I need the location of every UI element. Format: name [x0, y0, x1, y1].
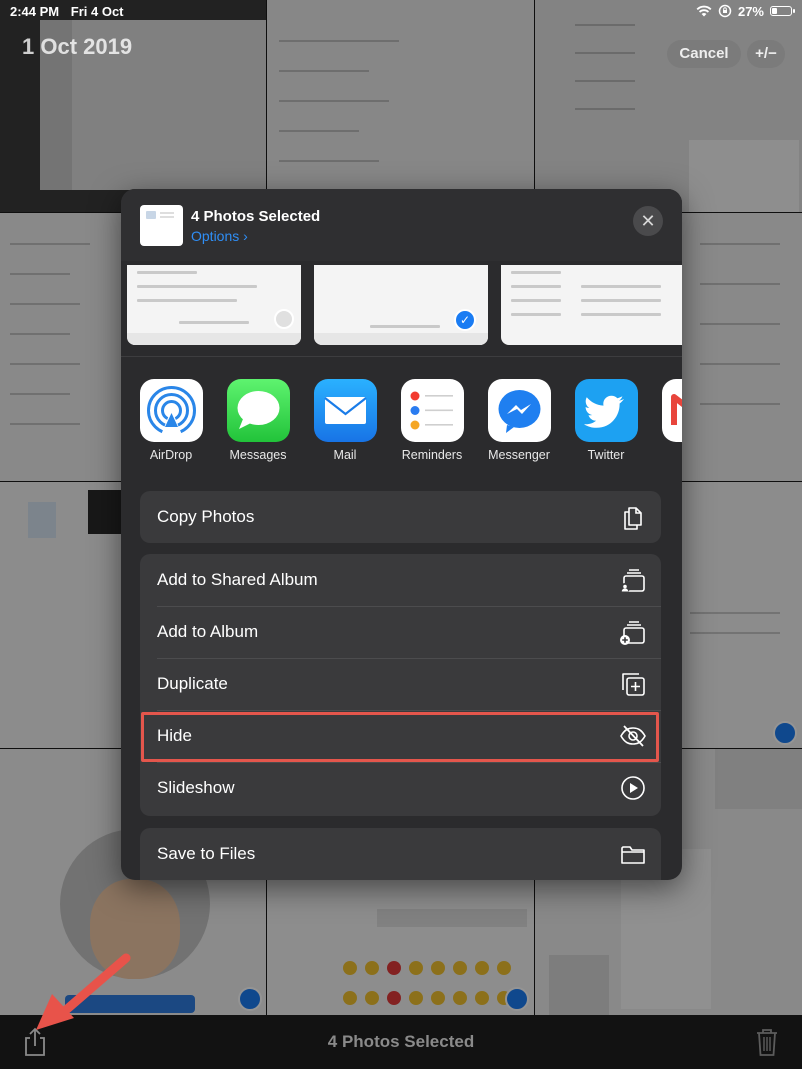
photo-preview[interactable] [501, 265, 682, 345]
status-date: Fri 4 Oct [70, 3, 124, 19]
airdrop-icon [139, 379, 203, 442]
save-to-files-action[interactable]: Save to Files [140, 828, 661, 880]
app-airdrop[interactable]: AirDrop [131, 379, 211, 462]
action-label: Add to Album [157, 622, 259, 641]
app-label: G [653, 448, 682, 462]
mail-icon [313, 379, 377, 442]
action-label: Copy Photos [157, 507, 255, 526]
app-label: Reminders [401, 448, 463, 462]
app-label: AirDrop [149, 448, 193, 462]
trash-icon[interactable] [754, 1027, 780, 1057]
selection-thumbnail [140, 205, 183, 246]
photo-preview[interactable]: ✓ [314, 265, 488, 345]
plus-minus-button[interactable]: +/− [747, 40, 785, 68]
action-label: Duplicate [157, 674, 228, 693]
action-label: Save to Files [157, 844, 256, 863]
eye-slash-icon [620, 725, 646, 747]
photo-preview-row[interactable]: ✓ [121, 265, 682, 345]
status-left: 2:44 PM Fri 4 Oct [10, 4, 132, 19]
duplicate-icon [622, 673, 645, 696]
options-link[interactable]: Options › [191, 228, 248, 244]
orientation-lock-icon [718, 4, 732, 18]
copy-icon [624, 507, 642, 530]
share-sheet: 4 Photos Selected Options › ✕ ✓ AirDrop … [121, 189, 682, 880]
app-messenger[interactable]: Messenger [479, 379, 559, 462]
share-sheet-title: 4 Photos Selected [191, 208, 321, 225]
app-mail[interactable]: Mail [305, 379, 385, 462]
red-arrow-annotation [36, 953, 131, 1030]
divider [121, 356, 682, 357]
duplicate-action[interactable]: Duplicate [140, 658, 661, 710]
add-to-album-action[interactable]: Add to Album [140, 606, 661, 658]
cancel-button[interactable]: Cancel [667, 40, 741, 68]
wifi-icon [696, 5, 712, 17]
app-label: Mail [333, 448, 357, 462]
action-group-main: Add to Shared Album Add to Album Duplica… [140, 554, 661, 816]
app-reminders[interactable]: Reminders [392, 379, 472, 462]
app-label: Twitter [587, 448, 625, 462]
app-messages[interactable]: Messages [218, 379, 298, 462]
share-sheet-header: 4 Photos Selected Options › ✕ [121, 189, 682, 261]
action-group-copy: Copy Photos [140, 491, 661, 543]
action-label: Add to Shared Album [157, 570, 318, 589]
reminders-icon [400, 379, 464, 442]
status-bar: 2:44 PM Fri 4 Oct 27% [0, 0, 802, 22]
app-label: Messages [229, 448, 287, 462]
folder-icon [621, 846, 645, 864]
play-circle-icon [621, 776, 645, 800]
action-group-files: Save to Files [140, 828, 661, 880]
messages-icon [226, 379, 290, 442]
add-to-shared-album-action[interactable]: Add to Shared Album [140, 554, 661, 606]
battery-level [772, 8, 777, 14]
status-time: 2:44 PM [10, 3, 60, 19]
battery-icon [770, 6, 795, 16]
app-gmail[interactable]: G [653, 379, 682, 462]
copy-photos-action[interactable]: Copy Photos [140, 491, 661, 543]
twitter-icon [574, 379, 638, 442]
photo-preview[interactable] [127, 265, 301, 345]
status-right: 27% [696, 3, 795, 19]
selection-count-title: 4 Photos Selected [327, 1032, 475, 1051]
close-button[interactable]: ✕ [633, 206, 663, 236]
messenger-icon [487, 379, 551, 442]
album-date-title: 1 Oct 2019 [22, 34, 133, 59]
selected-check-icon[interactable]: ✓ [454, 309, 476, 331]
gmail-icon [661, 379, 682, 442]
action-label: Slideshow [157, 778, 235, 797]
slideshow-action[interactable]: Slideshow [140, 762, 661, 814]
shared-album-icon [620, 569, 645, 593]
app-twitter[interactable]: Twitter [566, 379, 646, 462]
hide-action[interactable]: Hide [140, 710, 661, 762]
action-label: Hide [157, 726, 192, 745]
share-apps-row: AirDrop Messages Mail Reminders Messenge… [121, 379, 682, 465]
app-label: Messenger [488, 448, 550, 462]
add-album-icon [620, 621, 645, 645]
unselected-circle-icon[interactable] [274, 309, 294, 329]
battery-percent: 27% [737, 3, 764, 19]
